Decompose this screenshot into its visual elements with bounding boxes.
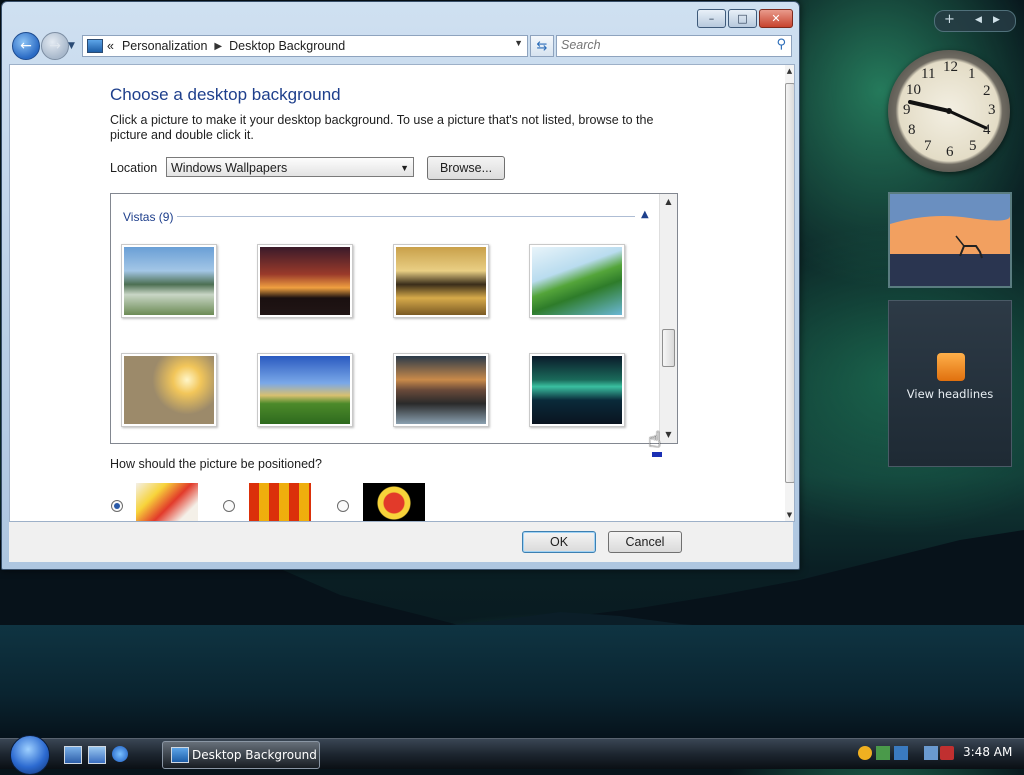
- address-bar[interactable]: « Personalization ▶ Desktop Background ▼: [82, 35, 528, 57]
- breadcrumb-prefix[interactable]: «: [107, 39, 114, 53]
- page-scroll-down-icon[interactable]: ▼: [785, 511, 794, 519]
- group-header[interactable]: Vistas (9): [123, 210, 173, 224]
- start-orb-icon[interactable]: [10, 735, 50, 775]
- content-pane: Choose a desktop background Click a pict…: [9, 64, 795, 522]
- desktop-background-window: – □ ✕ ← → ▼ « Personalization ▶ Desktop …: [1, 1, 800, 570]
- back-arrow-icon[interactable]: ←: [12, 32, 40, 60]
- wallpaper-thumb-mountain-lake[interactable]: [121, 244, 217, 318]
- location-select[interactable]: Windows Wallpapers ▼: [166, 157, 414, 177]
- wallpaper-thumb-aurora[interactable]: [529, 353, 625, 427]
- page-description: Click a picture to make it your desktop …: [110, 113, 654, 142]
- search-input[interactable]: [557, 36, 761, 54]
- caption-buttons: – □ ✕: [697, 9, 793, 28]
- control-panel-icon: [87, 39, 103, 53]
- taskbar: Desktop Background: [0, 735, 1024, 775]
- security-shield-icon[interactable]: [858, 746, 872, 760]
- taskbar-button-desktop-background[interactable]: Desktop Background: [162, 741, 320, 769]
- page-scrollbar[interactable]: ▲ ▼: [785, 65, 794, 521]
- wallpaper-thumb-golden-coast[interactable]: [393, 244, 489, 318]
- next-icon[interactable]: ▶: [993, 15, 1000, 25]
- control-panel-icon: [171, 747, 189, 763]
- update-icon[interactable]: [876, 746, 890, 760]
- search-icon[interactable]: ⚲: [776, 37, 786, 52]
- location-value: Windows Wallpapers: [171, 161, 288, 175]
- wallpaper-thumb-sunset-ridge[interactable]: [257, 244, 353, 318]
- page-title: Choose a desktop background: [110, 85, 341, 104]
- recent-pages-dropdown-icon[interactable]: ▼: [68, 41, 75, 51]
- page-scrollbar-thumb[interactable]: [785, 83, 794, 483]
- position-fit-preview[interactable]: [136, 483, 198, 521]
- page-scroll-up-icon[interactable]: ▲: [785, 67, 794, 75]
- wallpaper-thumb-sun-field[interactable]: [121, 353, 217, 427]
- browse-button[interactable]: Browse...: [427, 156, 505, 180]
- previous-icon[interactable]: ◀: [975, 15, 982, 25]
- wallpaper-gallery: Vistas (9) ▲ ▲ ▼: [110, 193, 678, 444]
- add-gadget-icon[interactable]: +: [944, 12, 955, 27]
- internet-explorer-icon[interactable]: [112, 746, 128, 762]
- address-dropdown-icon[interactable]: ▼: [514, 38, 523, 48]
- collapse-up-icon[interactable]: ▲: [641, 209, 649, 220]
- network-icon[interactable]: [924, 746, 938, 760]
- wallpaper-thumb-green-hills[interactable]: [257, 353, 353, 427]
- gallery-scrollbar[interactable]: ▲ ▼: [659, 194, 677, 443]
- radio-center[interactable]: [337, 500, 349, 512]
- scroll-down-icon[interactable]: ▼: [660, 427, 677, 443]
- refresh-icon[interactable]: ⇆: [530, 35, 554, 57]
- oryx-desert-image: [890, 194, 1010, 286]
- show-desktop-icon[interactable]: [64, 746, 82, 764]
- forward-arrow-icon[interactable]: →: [41, 32, 69, 60]
- hand-cursor-icon: ☝: [648, 428, 662, 453]
- sidebar-controls: + ◀ ▶: [934, 10, 1016, 32]
- wallpaper-lake: [0, 625, 1024, 740]
- scroll-up-icon[interactable]: ▲: [660, 194, 677, 210]
- navigation-bar: ← → ▼ « Personalization ▶ Desktop Backgr…: [10, 32, 794, 60]
- slideshow-gadget[interactable]: [888, 192, 1012, 288]
- feed-headlines-gadget[interactable]: View headlines: [888, 300, 1012, 467]
- search-box: ⚲: [556, 35, 792, 57]
- switch-windows-icon[interactable]: [88, 746, 106, 764]
- taskbar-clock[interactable]: 3:48 AM: [963, 745, 1012, 759]
- breadcrumb-personalization[interactable]: Personalization: [122, 39, 207, 53]
- clock-gadget[interactable]: 12 1 2 3 4 5 6 7 8 9 10 11: [888, 50, 1010, 172]
- taskbar-button-label: Desktop Background: [192, 748, 317, 762]
- cancel-button[interactable]: Cancel: [608, 531, 682, 553]
- location-label: Location: [110, 161, 158, 175]
- position-tile-preview[interactable]: [249, 483, 311, 521]
- volume-muted-icon[interactable]: [940, 746, 954, 760]
- rss-feed-icon: [937, 353, 965, 381]
- clock-hands: [908, 100, 988, 130]
- breadcrumb-separator-icon[interactable]: ▶: [214, 41, 222, 52]
- chevron-down-icon: ▼: [400, 163, 409, 173]
- view-headlines-link[interactable]: View headlines: [889, 387, 1011, 401]
- ok-button[interactable]: OK: [522, 531, 596, 553]
- group-divider: [177, 216, 635, 217]
- minimize-icon[interactable]: –: [697, 9, 726, 28]
- radio-tile[interactable]: [223, 500, 235, 512]
- wallpaper-thumb-green-leaf[interactable]: [529, 244, 625, 318]
- scrollbar-thumb[interactable]: [662, 329, 675, 367]
- close-icon[interactable]: ✕: [759, 9, 793, 28]
- radio-fit[interactable]: [111, 500, 123, 512]
- position-question: How should the picture be positioned?: [110, 457, 322, 471]
- position-center-preview[interactable]: [363, 483, 425, 521]
- dialog-footer: OK Cancel: [9, 522, 793, 562]
- breadcrumb-desktop-background[interactable]: Desktop Background: [229, 39, 345, 53]
- cursor-busy-indicator: [652, 452, 662, 457]
- maximize-icon[interactable]: □: [728, 9, 757, 28]
- wallpaper-thumb-rock-reflection[interactable]: [393, 353, 489, 427]
- windows-defender-icon[interactable]: [894, 746, 908, 760]
